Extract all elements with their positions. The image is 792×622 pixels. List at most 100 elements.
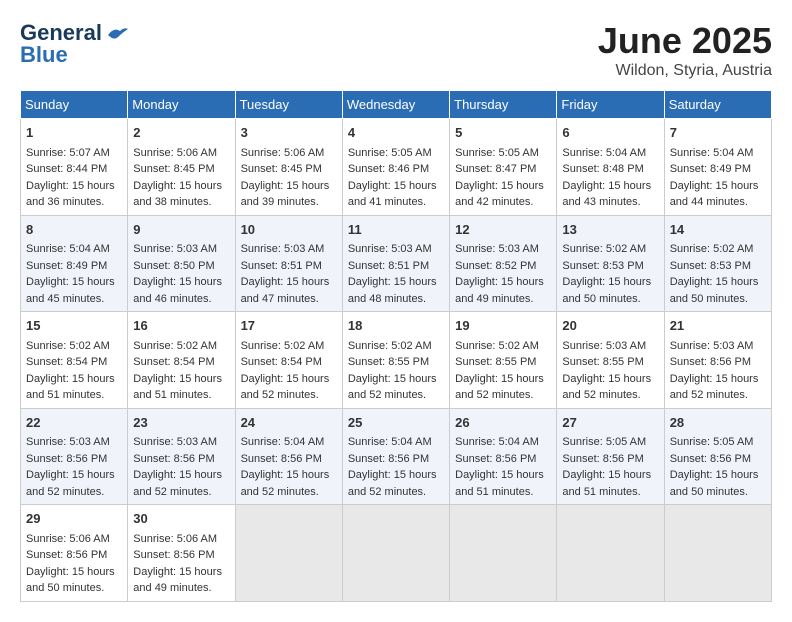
- empty-cell: [235, 505, 342, 602]
- day-cell: 29 Sunrise: 5:06 AM Sunset: 8:56 PM Dayl…: [21, 505, 128, 602]
- col-sunday: Sunday: [21, 91, 128, 119]
- sunrise-label: Sunrise: 5:03 AM: [562, 340, 646, 352]
- day-cell: 15 Sunrise: 5:02 AM Sunset: 8:54 PM Dayl…: [21, 312, 128, 409]
- calendar-table: Sunday Monday Tuesday Wednesday Thursday…: [20, 90, 772, 602]
- table-row: 15 Sunrise: 5:02 AM Sunset: 8:54 PM Dayl…: [21, 312, 772, 409]
- sunset-label: Sunset: 8:49 PM: [26, 260, 107, 272]
- sunrise-label: Sunrise: 5:03 AM: [133, 436, 217, 448]
- sunset-label: Sunset: 8:56 PM: [562, 453, 643, 465]
- sunrise-label: Sunrise: 5:07 AM: [26, 147, 110, 159]
- day-cell: 12 Sunrise: 5:03 AM Sunset: 8:52 PM Dayl…: [450, 215, 557, 312]
- day-cell: 16 Sunrise: 5:02 AM Sunset: 8:54 PM Dayl…: [128, 312, 235, 409]
- sunset-label: Sunset: 8:56 PM: [26, 549, 107, 561]
- day-number: 28: [670, 413, 766, 433]
- day-number: 17: [241, 316, 337, 336]
- sunrise-label: Sunrise: 5:05 AM: [348, 147, 432, 159]
- sunrise-label: Sunrise: 5:06 AM: [241, 147, 325, 159]
- day-number: 22: [26, 413, 122, 433]
- day-cell: 5 Sunrise: 5:05 AM Sunset: 8:47 PM Dayli…: [450, 119, 557, 216]
- sunrise-label: Sunrise: 5:02 AM: [133, 340, 217, 352]
- sunset-label: Sunset: 8:45 PM: [133, 163, 214, 175]
- logo-blue: Blue: [20, 42, 68, 68]
- page-header: General Blue June 2025 Wildon, Styria, A…: [20, 20, 772, 80]
- sunrise-label: Sunrise: 5:03 AM: [241, 243, 325, 255]
- day-cell: 14 Sunrise: 5:02 AM Sunset: 8:53 PM Dayl…: [664, 215, 771, 312]
- sunrise-label: Sunrise: 5:05 AM: [562, 436, 646, 448]
- day-cell: 8 Sunrise: 5:04 AM Sunset: 8:49 PM Dayli…: [21, 215, 128, 312]
- day-cell: 13 Sunrise: 5:02 AM Sunset: 8:53 PM Dayl…: [557, 215, 664, 312]
- day-cell: 19 Sunrise: 5:02 AM Sunset: 8:55 PM Dayl…: [450, 312, 557, 409]
- empty-cell: [557, 505, 664, 602]
- sunset-label: Sunset: 8:54 PM: [133, 356, 214, 368]
- col-wednesday: Wednesday: [342, 91, 449, 119]
- day-cell: 7 Sunrise: 5:04 AM Sunset: 8:49 PM Dayli…: [664, 119, 771, 216]
- daylight-label: Daylight: 15 hours and 50 minutes.: [26, 566, 115, 595]
- day-number: 1: [26, 123, 122, 143]
- sunrise-label: Sunrise: 5:02 AM: [562, 243, 646, 255]
- col-thursday: Thursday: [450, 91, 557, 119]
- sunrise-label: Sunrise: 5:05 AM: [455, 147, 539, 159]
- sunrise-label: Sunrise: 5:06 AM: [133, 533, 217, 545]
- day-cell: 26 Sunrise: 5:04 AM Sunset: 8:56 PM Dayl…: [450, 408, 557, 505]
- day-cell: 11 Sunrise: 5:03 AM Sunset: 8:51 PM Dayl…: [342, 215, 449, 312]
- daylight-label: Daylight: 15 hours and 49 minutes.: [455, 276, 544, 305]
- daylight-label: Daylight: 15 hours and 50 minutes.: [562, 276, 651, 305]
- table-row: 29 Sunrise: 5:06 AM Sunset: 8:56 PM Dayl…: [21, 505, 772, 602]
- daylight-label: Daylight: 15 hours and 36 minutes.: [26, 180, 115, 209]
- sunset-label: Sunset: 8:45 PM: [241, 163, 322, 175]
- sunset-label: Sunset: 8:54 PM: [26, 356, 107, 368]
- sunset-label: Sunset: 8:51 PM: [241, 260, 322, 272]
- logo-bird-icon: [106, 25, 128, 43]
- day-number: 27: [562, 413, 658, 433]
- sunset-label: Sunset: 8:55 PM: [455, 356, 536, 368]
- sunset-label: Sunset: 8:56 PM: [133, 549, 214, 561]
- table-row: 22 Sunrise: 5:03 AM Sunset: 8:56 PM Dayl…: [21, 408, 772, 505]
- col-saturday: Saturday: [664, 91, 771, 119]
- empty-cell: [664, 505, 771, 602]
- day-number: 20: [562, 316, 658, 336]
- sunset-label: Sunset: 8:56 PM: [455, 453, 536, 465]
- day-number: 3: [241, 123, 337, 143]
- day-cell: 1 Sunrise: 5:07 AM Sunset: 8:44 PM Dayli…: [21, 119, 128, 216]
- daylight-label: Daylight: 15 hours and 48 minutes.: [348, 276, 437, 305]
- day-number: 4: [348, 123, 444, 143]
- daylight-label: Daylight: 15 hours and 51 minutes.: [26, 373, 115, 402]
- sunrise-label: Sunrise: 5:04 AM: [562, 147, 646, 159]
- daylight-label: Daylight: 15 hours and 52 minutes.: [670, 373, 759, 402]
- sunset-label: Sunset: 8:52 PM: [455, 260, 536, 272]
- day-number: 8: [26, 220, 122, 240]
- header-row: Sunday Monday Tuesday Wednesday Thursday…: [21, 91, 772, 119]
- daylight-label: Daylight: 15 hours and 52 minutes.: [562, 373, 651, 402]
- day-cell: 21 Sunrise: 5:03 AM Sunset: 8:56 PM Dayl…: [664, 312, 771, 409]
- day-cell: 3 Sunrise: 5:06 AM Sunset: 8:45 PM Dayli…: [235, 119, 342, 216]
- day-number: 14: [670, 220, 766, 240]
- sunset-label: Sunset: 8:56 PM: [26, 453, 107, 465]
- day-cell: 2 Sunrise: 5:06 AM Sunset: 8:45 PM Dayli…: [128, 119, 235, 216]
- day-cell: 4 Sunrise: 5:05 AM Sunset: 8:46 PM Dayli…: [342, 119, 449, 216]
- day-cell: 22 Sunrise: 5:03 AM Sunset: 8:56 PM Dayl…: [21, 408, 128, 505]
- day-number: 6: [562, 123, 658, 143]
- day-number: 5: [455, 123, 551, 143]
- sunset-label: Sunset: 8:50 PM: [133, 260, 214, 272]
- daylight-label: Daylight: 15 hours and 52 minutes.: [348, 373, 437, 402]
- day-number: 19: [455, 316, 551, 336]
- sunrise-label: Sunrise: 5:04 AM: [348, 436, 432, 448]
- table-row: 8 Sunrise: 5:04 AM Sunset: 8:49 PM Dayli…: [21, 215, 772, 312]
- sunrise-label: Sunrise: 5:03 AM: [455, 243, 539, 255]
- daylight-label: Daylight: 15 hours and 51 minutes.: [455, 469, 544, 498]
- day-cell: 18 Sunrise: 5:02 AM Sunset: 8:55 PM Dayl…: [342, 312, 449, 409]
- day-number: 9: [133, 220, 229, 240]
- sunset-label: Sunset: 8:56 PM: [670, 453, 751, 465]
- calendar-header: Sunday Monday Tuesday Wednesday Thursday…: [21, 91, 772, 119]
- sunset-label: Sunset: 8:55 PM: [348, 356, 429, 368]
- daylight-label: Daylight: 15 hours and 42 minutes.: [455, 180, 544, 209]
- calendar-body: 1 Sunrise: 5:07 AM Sunset: 8:44 PM Dayli…: [21, 119, 772, 602]
- sunrise-label: Sunrise: 5:05 AM: [670, 436, 754, 448]
- sunrise-label: Sunrise: 5:02 AM: [670, 243, 754, 255]
- table-row: 1 Sunrise: 5:07 AM Sunset: 8:44 PM Dayli…: [21, 119, 772, 216]
- day-cell: 17 Sunrise: 5:02 AM Sunset: 8:54 PM Dayl…: [235, 312, 342, 409]
- daylight-label: Daylight: 15 hours and 43 minutes.: [562, 180, 651, 209]
- sunrise-label: Sunrise: 5:02 AM: [26, 340, 110, 352]
- sunset-label: Sunset: 8:49 PM: [670, 163, 751, 175]
- daylight-label: Daylight: 15 hours and 47 minutes.: [241, 276, 330, 305]
